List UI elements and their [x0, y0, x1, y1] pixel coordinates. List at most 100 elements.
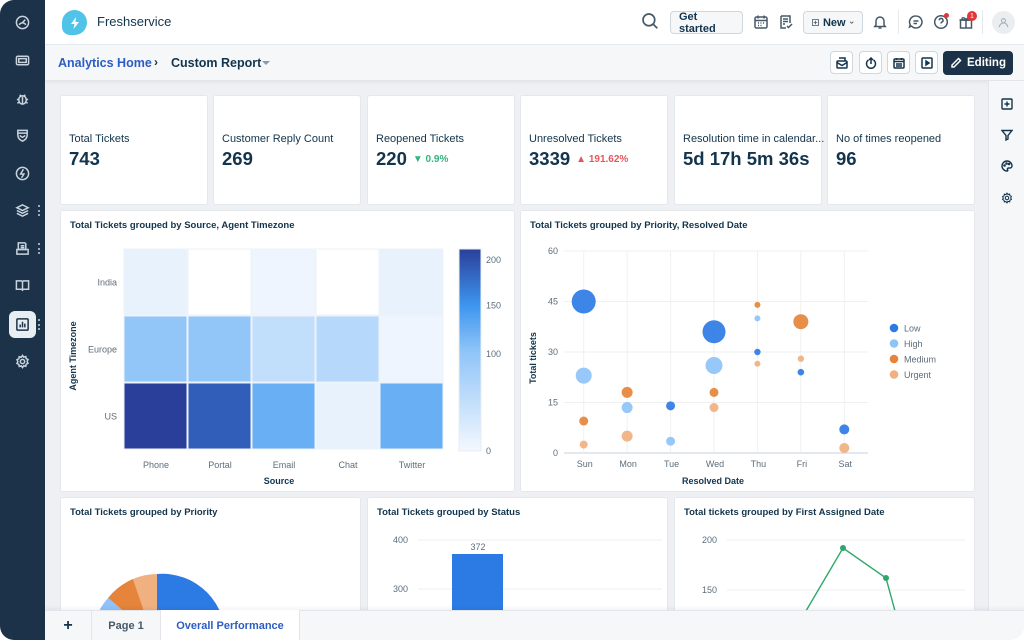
- kpi-card-customer-reply-count[interactable]: Customer Reply Count 269: [213, 95, 361, 205]
- sidebar-item-changes[interactable]: [9, 122, 36, 149]
- get-started-button[interactable]: Get started: [670, 11, 743, 35]
- sidebar-item-analytics[interactable]: [9, 311, 36, 338]
- bubble-high[interactable]: [705, 356, 723, 374]
- heatmap-cell[interactable]: [123, 382, 188, 450]
- new-button[interactable]: New: [803, 11, 863, 34]
- bubble-urgent[interactable]: [621, 430, 633, 442]
- calendar-button[interactable]: [751, 12, 771, 32]
- line-point[interactable]: [883, 575, 889, 581]
- bubble-urgent[interactable]: [797, 355, 805, 362]
- legend-label[interactable]: Low: [904, 324, 921, 334]
- kpi-card-total-tickets[interactable]: Total Tickets 743: [60, 95, 208, 205]
- tasks-button[interactable]: [776, 12, 796, 32]
- heatmap-cell[interactable]: [123, 248, 188, 316]
- freshservice-logo[interactable]: [62, 10, 87, 35]
- sidebar-item-admin[interactable]: [9, 348, 36, 375]
- plus-box-icon: [812, 18, 819, 27]
- bubble-high[interactable]: [754, 315, 761, 322]
- tab-page-1[interactable]: Page 1: [92, 611, 161, 640]
- legend-label[interactable]: Urgent: [904, 370, 932, 380]
- bubble-low[interactable]: [839, 424, 850, 435]
- y-axis-title: Total tickets: [528, 332, 538, 384]
- kpi-label: Total Tickets: [69, 133, 130, 145]
- settings-button[interactable]: [1000, 191, 1014, 205]
- kpi-card-reopened-tickets[interactable]: Reopened Tickets 220 ▼ 0.9%: [367, 95, 515, 205]
- heatmap-widget[interactable]: Total Tickets grouped by Source, Agent T…: [60, 210, 515, 492]
- bubble-medium[interactable]: [709, 387, 719, 397]
- status-bar-chart-widget[interactable]: Total Tickets grouped by Status 400 300 …: [367, 497, 668, 628]
- heatmap-cell[interactable]: [315, 248, 380, 316]
- breadcrumb-current-report[interactable]: Custom Report: [171, 56, 261, 70]
- bubble-low[interactable]: [571, 289, 596, 314]
- share-inbox-button[interactable]: [830, 51, 853, 74]
- bubble-urgent[interactable]: [709, 403, 719, 413]
- bubble-urgent[interactable]: [579, 440, 588, 449]
- report-dropdown-caret-icon[interactable]: [262, 61, 270, 65]
- donut-chart-widget[interactable]: Total Tickets grouped by Priority: [60, 497, 361, 628]
- line-point[interactable]: [840, 545, 846, 551]
- kpi-card-times-reopened[interactable]: No of times reopened 96: [827, 95, 975, 205]
- export-button[interactable]: [859, 51, 882, 74]
- heatmap-cell[interactable]: [187, 315, 252, 383]
- x-axis-title: Resolved Date: [682, 476, 744, 486]
- bubble-high[interactable]: [621, 402, 633, 414]
- bubble-chart-widget[interactable]: Total Tickets grouped by Priority, Resol…: [520, 210, 975, 492]
- add-page-button[interactable]: +: [45, 611, 92, 640]
- bubble-urgent[interactable]: [839, 442, 850, 453]
- heatmap-cell[interactable]: [251, 315, 316, 383]
- kpi-label: Reopened Tickets: [376, 133, 465, 145]
- gift-button[interactable]: 1: [956, 11, 977, 32]
- sidebar-item-dashboard[interactable]: [9, 9, 36, 36]
- bubble-low[interactable]: [666, 401, 676, 411]
- heatmap-cell[interactable]: [379, 382, 444, 450]
- heatmap-cell[interactable]: [123, 315, 188, 383]
- bubble-medium[interactable]: [754, 301, 761, 308]
- calendar-icon: [754, 15, 768, 29]
- heatmap-cell[interactable]: [379, 248, 444, 316]
- user-avatar[interactable]: [992, 11, 1015, 34]
- search-button[interactable]: [640, 11, 660, 31]
- heatmap-cell[interactable]: [315, 315, 380, 383]
- legend-label[interactable]: High: [904, 339, 923, 349]
- heatmap-cell[interactable]: [187, 382, 252, 450]
- bubble-high[interactable]: [666, 436, 676, 446]
- help-button[interactable]: [931, 12, 951, 32]
- theme-button[interactable]: [1000, 159, 1014, 173]
- heatmap-cell[interactable]: [315, 382, 380, 450]
- bubble-medium[interactable]: [579, 416, 589, 426]
- kpi-card-unresolved-tickets[interactable]: Unresolved Tickets 3339 ▲ 191.62%: [520, 95, 668, 205]
- present-button[interactable]: [915, 51, 938, 74]
- heatmap-cell[interactable]: [187, 248, 252, 316]
- heatmap-cell[interactable]: [379, 315, 444, 383]
- bubble-medium[interactable]: [793, 314, 809, 330]
- sidebar-item-solutions[interactable]: [9, 272, 36, 299]
- bubble-low[interactable]: [702, 320, 726, 344]
- kpi-card-resolution-time[interactable]: Resolution time in calendar... 5d 17h 5m…: [674, 95, 824, 205]
- sidebar-item-releases[interactable]: [9, 160, 36, 187]
- chat-button[interactable]: [906, 12, 926, 32]
- kpi-delta-down: ▼ 0.9%: [412, 154, 449, 165]
- legend-label[interactable]: Medium: [904, 355, 936, 365]
- sidebar-item-inbox[interactable]: [9, 235, 36, 262]
- sidebar-item-problems[interactable]: [9, 85, 36, 112]
- bubble-urgent[interactable]: [754, 360, 761, 367]
- bubble-high[interactable]: [575, 367, 592, 384]
- sidebar-item-assets[interactable]: [9, 197, 36, 224]
- heatmap-cell[interactable]: [251, 248, 316, 316]
- sidebar-assets-more-icon[interactable]: [37, 205, 40, 216]
- schedule-button[interactable]: [887, 51, 910, 74]
- heatmap-cell[interactable]: [251, 382, 316, 450]
- line-chart-widget[interactable]: Total tickets grouped by First Assigned …: [674, 497, 975, 628]
- bubble-low[interactable]: [754, 348, 761, 356]
- bubble-low[interactable]: [797, 368, 805, 376]
- sidebar-inbox-more-icon[interactable]: [37, 243, 40, 254]
- breadcrumb-analytics-home[interactable]: Analytics Home: [58, 56, 152, 70]
- editing-button[interactable]: Editing: [943, 51, 1013, 75]
- add-widget-button[interactable]: [1000, 97, 1014, 111]
- notifications-button[interactable]: [870, 12, 890, 32]
- tab-overall-performance[interactable]: Overall Performance: [161, 610, 300, 640]
- sidebar-analytics-more-icon[interactable]: [37, 319, 40, 330]
- sidebar-item-tickets[interactable]: [9, 47, 36, 74]
- filter-button[interactable]: [1000, 128, 1014, 142]
- bubble-medium[interactable]: [621, 386, 633, 398]
